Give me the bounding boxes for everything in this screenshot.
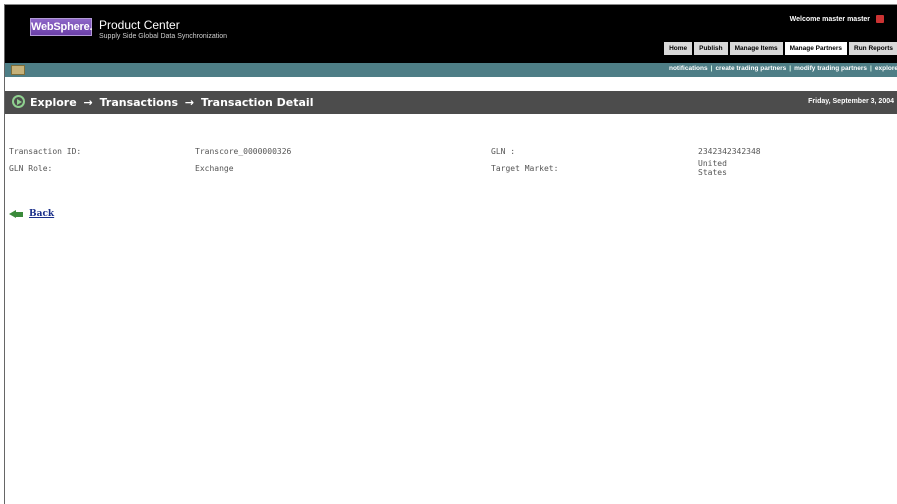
subnav-notifications[interactable]: notifications — [669, 65, 708, 72]
breadcrumb-separator: → — [184, 96, 195, 109]
separator: | — [870, 65, 872, 72]
sub-navigation: notifications | create trading partners | mo… — [5, 63, 897, 77]
separator: | — [789, 65, 792, 72]
back-link[interactable]: Back — [9, 209, 54, 219]
tab-run-reports[interactable]: Run Reports — [849, 42, 897, 55]
target-market-value-line2: States — [698, 168, 727, 177]
gln-role-value: Exchange — [195, 164, 234, 173]
transaction-id-label: Transaction ID: — [9, 147, 82, 156]
subnav-explore[interactable]: explore — [875, 65, 897, 72]
main-tabs: Home Publish Manage Items Manage Partner… — [664, 42, 897, 55]
subnav-modify-trading-partners[interactable]: modify trading partners — [794, 65, 867, 72]
gln-value: 2342342342348 — [698, 147, 761, 156]
back-link-text[interactable]: Back — [29, 209, 54, 219]
tab-home[interactable]: Home — [664, 42, 693, 55]
transaction-id-value: Transcore_0000000326 — [195, 147, 292, 156]
breadcrumb: Explore → Transactions → Transaction Det… — [30, 96, 316, 109]
logout-icon[interactable] — [876, 15, 884, 23]
arrow-circle-icon — [12, 95, 25, 108]
breadcrumb-explore: Explore — [30, 96, 77, 109]
gln-label: GLN : — [491, 147, 516, 156]
breadcrumb-transactions: Transactions — [99, 96, 179, 109]
welcome-text: Welcome master master — [790, 15, 884, 23]
app-frame: WebSphere. Product Center Supply Side Gl… — [4, 4, 897, 504]
welcome-label: Welcome master master — [789, 15, 871, 23]
target-market-value-line1: United — [698, 159, 727, 168]
product-subtitle: Supply Side Global Data Synchronization — [99, 33, 228, 40]
breadcrumb-separator: → — [83, 96, 93, 109]
separator: | — [710, 65, 713, 72]
date-display: Friday, September 3, 2004 — [808, 98, 894, 105]
tab-manage-items[interactable]: Manage Items — [729, 42, 783, 55]
tab-publish[interactable]: Publish — [694, 42, 728, 55]
header: WebSphere. Product Center Supply Side Gl… — [5, 5, 897, 63]
breadcrumb-transaction-detail: Transaction Detail — [200, 96, 314, 109]
back-arrow-icon[interactable] — [9, 209, 23, 219]
subnav-create-trading-partners[interactable]: create trading partners — [715, 65, 786, 72]
subnav-links: notifications | create trading partners | mo… — [669, 65, 897, 72]
websphere-logo: WebSphere. — [30, 18, 93, 36]
home-icon[interactable] — [11, 65, 25, 75]
tab-manage-partners[interactable]: Manage Partners — [784, 42, 847, 55]
product-name: Product Center — [99, 18, 180, 32]
target-market-label: Target Market: — [491, 164, 559, 173]
target-market-value: United States — [698, 159, 727, 177]
gln-role-label: GLN Role: — [9, 164, 53, 173]
page-title-bar: Explore → Transactions → Transaction Det… — [5, 91, 897, 114]
